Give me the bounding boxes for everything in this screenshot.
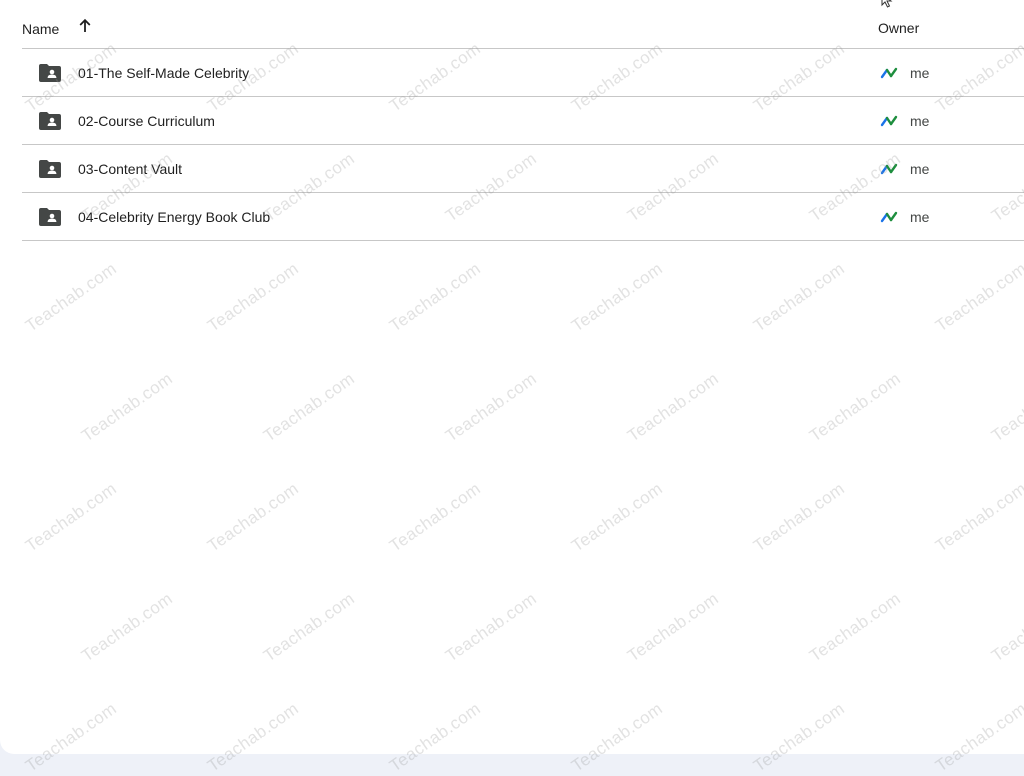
owner-avatar-icon xyxy=(880,67,898,79)
owner-column-header[interactable]: Owner xyxy=(878,20,919,36)
shared-folder-icon xyxy=(39,64,61,82)
file-name: 03-Content Vault xyxy=(78,161,183,177)
owner-avatar xyxy=(880,64,898,82)
name-column-header[interactable]: Name xyxy=(22,18,97,38)
owner-avatar xyxy=(880,160,898,178)
file-name: 02-Course Curriculum xyxy=(78,113,215,129)
list-item[interactable]: 01-The Self-Made Celebrity me xyxy=(22,49,1024,97)
owner-avatar xyxy=(880,208,898,226)
owner-name: me xyxy=(910,209,930,225)
file-list-panel: Name Owner 01-The Self-Made Celebrity me… xyxy=(0,0,1024,754)
file-name: 04-Celebrity Energy Book Club xyxy=(78,209,271,225)
owner-column-label: Owner xyxy=(878,20,920,36)
owner-name: me xyxy=(910,161,930,177)
owner-cell: me xyxy=(880,160,929,178)
owner-name: me xyxy=(910,113,930,129)
shared-folder-icon xyxy=(39,160,61,178)
list-item[interactable]: 03-Content Vault me xyxy=(22,145,1024,193)
file-list-header: Name Owner xyxy=(22,0,1024,49)
owner-avatar-icon xyxy=(880,115,898,127)
owner-cell: me xyxy=(880,208,929,226)
name-column-label: Name xyxy=(22,21,60,37)
list-item[interactable]: 02-Course Curriculum me xyxy=(22,97,1024,145)
shared-folder-icon xyxy=(39,112,61,130)
owner-avatar-icon xyxy=(880,163,898,175)
sort-button[interactable] xyxy=(73,14,97,38)
list-item[interactable]: 04-Celebrity Energy Book Club me xyxy=(22,193,1024,241)
mouse-cursor-icon xyxy=(881,0,893,8)
shared-folder-icon xyxy=(39,208,61,226)
file-list: 01-The Self-Made Celebrity me 02-Course … xyxy=(22,49,1024,241)
owner-avatar xyxy=(880,112,898,130)
owner-name: me xyxy=(910,65,930,81)
owner-cell: me xyxy=(880,112,929,130)
arrow-upward-icon xyxy=(79,18,91,32)
owner-avatar-icon xyxy=(880,211,898,223)
owner-cell: me xyxy=(880,64,929,82)
file-name: 01-The Self-Made Celebrity xyxy=(78,65,250,81)
